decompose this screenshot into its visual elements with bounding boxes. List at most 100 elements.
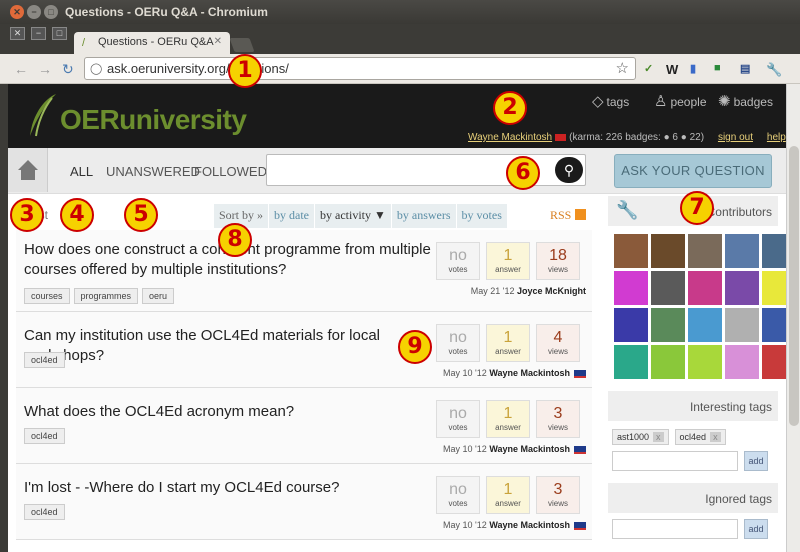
question-item: How does one construct a coherent progra… <box>16 230 592 312</box>
window-titlebar: ✕ − □ Questions - OERu Q&A - Chromium <box>0 0 800 24</box>
views-count: 18 views <box>536 242 580 280</box>
tag[interactable]: programmes <box>73 288 139 304</box>
interesting-tag[interactable]: ocl4ed x <box>674 429 726 445</box>
site-logo[interactable]: OERuniversity <box>60 104 247 136</box>
contributor-avatar[interactable] <box>651 345 685 379</box>
tag[interactable]: ocl4ed <box>24 428 65 444</box>
remove-tag-icon[interactable]: x <box>710 432 721 442</box>
question-title[interactable]: Can my institution use the OCL4Ed materi… <box>24 326 434 366</box>
answers-label: answer <box>495 265 521 274</box>
contributor-avatar[interactable] <box>725 271 759 305</box>
sign-out-link[interactable]: sign out <box>718 132 753 143</box>
nav-people[interactable]: ♙ people <box>654 92 707 110</box>
tag[interactable]: courses <box>24 288 70 304</box>
contributor-avatar[interactable] <box>688 308 722 342</box>
question-user[interactable]: Wayne Mackintosh <box>489 520 570 530</box>
contributor-avatar[interactable] <box>651 234 685 268</box>
contributor-avatar[interactable] <box>614 345 648 379</box>
tag[interactable]: ocl4ed <box>24 504 65 520</box>
home-button[interactable] <box>8 148 48 192</box>
scrollbar-thumb[interactable] <box>789 146 799 426</box>
contributor-avatar[interactable] <box>614 234 648 268</box>
views-count: 4 views <box>536 324 580 362</box>
scope-followed[interactable]: FOLLOWED <box>194 164 267 179</box>
votes-value: no <box>449 247 467 264</box>
interesting-tag[interactable]: ast1000 x <box>612 429 669 445</box>
contributor-avatar[interactable] <box>725 345 759 379</box>
country-flag-icon <box>574 445 586 454</box>
sort-by-votes[interactable]: by votes <box>457 204 508 228</box>
remove-tag-icon[interactable]: x <box>653 432 664 442</box>
inbox-icon[interactable] <box>555 133 567 141</box>
print-extension-icon[interactable]: ▤ <box>740 62 750 75</box>
minimize-window-icon[interactable]: − <box>27 5 41 19</box>
ignored-tag-input[interactable] <box>612 519 738 539</box>
contributor-avatar[interactable] <box>614 308 648 342</box>
abc-extension-icon[interactable]: ✓ <box>644 62 653 75</box>
restore-icon[interactable]: □ <box>52 27 67 40</box>
add-interesting-tag-button[interactable]: add <box>744 451 768 471</box>
close-window-icon[interactable]: ✕ <box>10 5 24 19</box>
sort-by-activity[interactable]: by activity ▼ <box>315 204 392 228</box>
answers-label: answer <box>495 347 521 356</box>
question-date: May 10 '12 <box>443 520 487 530</box>
views-label: views <box>547 423 568 432</box>
views-value: 3 <box>553 481 563 498</box>
callout-7: 7 <box>680 191 714 225</box>
close-icon[interactable]: ✕ <box>10 27 25 40</box>
question-user[interactable]: Joyce McKnight <box>517 286 586 296</box>
nav-badges[interactable]: ✺ badges <box>718 92 773 110</box>
answers-count: 1 answer <box>486 476 530 514</box>
votes-count: no votes <box>436 324 480 362</box>
question-item: What does the OCL4Ed acronym mean? ocl4e… <box>16 388 592 464</box>
question-title[interactable]: What does the OCL4Ed acronym mean? <box>24 402 434 422</box>
minimize-icon[interactable]: − <box>31 27 46 40</box>
sort-by-date[interactable]: by date <box>269 204 316 228</box>
contributor-avatar[interactable] <box>688 345 722 379</box>
scope-all[interactable]: ALL <box>70 164 93 179</box>
interesting-tag-input[interactable] <box>612 451 738 471</box>
sheet-extension-icon[interactable]: ■ <box>714 62 721 74</box>
tab-close-icon[interactable]: ✕ <box>214 36 222 47</box>
answers-value: 1 <box>503 481 513 498</box>
help-link[interactable]: help <box>767 132 786 143</box>
contributor-avatar[interactable] <box>725 234 759 268</box>
callout-9: 9 <box>398 330 432 364</box>
browser-tab[interactable]: / Questions - OERu Q&A ✕ <box>74 32 230 54</box>
tag[interactable]: ocl4ed <box>24 352 65 368</box>
forward-icon[interactable]: → <box>38 61 52 77</box>
contributor-avatar[interactable] <box>651 271 685 305</box>
page-info-icon[interactable]: ◯ <box>90 62 102 75</box>
bookmark-star-icon[interactable]: ☆ <box>616 59 629 77</box>
stats-extension-icon[interactable]: ▮ <box>690 62 696 75</box>
sort-by-answers[interactable]: by answers <box>392 204 457 228</box>
scope-unanswered[interactable]: UNANSWERED <box>106 164 200 179</box>
contributor-avatar[interactable] <box>688 271 722 305</box>
maximize-window-icon[interactable]: □ <box>44 5 58 19</box>
wikipedia-extension-icon[interactable]: W <box>666 62 678 77</box>
votes-value: no <box>449 481 467 498</box>
address-bar[interactable]: ◯ ask.oeruniversity.org/questions/ ☆ <box>84 57 636 80</box>
wrench-icon[interactable]: 🔧 <box>766 62 782 78</box>
nav-tags[interactable]: ◇ tags <box>592 92 629 110</box>
tag[interactable]: oeru <box>142 288 175 304</box>
question-user[interactable]: Wayne Mackintosh <box>489 444 570 454</box>
question-title[interactable]: I'm lost - -Where do I start my OCL4Ed c… <box>24 478 434 498</box>
question-item: I'm lost - -Where do I start my OCL4Ed c… <box>16 464 592 540</box>
contributor-avatar[interactable] <box>725 308 759 342</box>
user-info: Wayne Mackintosh (karma: 226 badges: ● 6 … <box>468 132 786 143</box>
rss-link[interactable]: RSS <box>550 208 587 223</box>
search-icon[interactable]: ⚲ <box>555 157 583 183</box>
question-user[interactable]: Wayne Mackintosh <box>489 368 570 378</box>
contributor-avatar[interactable] <box>688 234 722 268</box>
scrollbar[interactable] <box>786 84 800 552</box>
contributor-avatar[interactable] <box>614 271 648 305</box>
reload-icon[interactable]: ↻ <box>62 61 74 78</box>
new-tab-button[interactable] <box>229 38 255 52</box>
contributor-avatar[interactable] <box>651 308 685 342</box>
add-ignored-tag-button[interactable]: add <box>744 519 768 539</box>
ask-question-button[interactable]: ASK YOUR QUESTION <box>614 154 772 188</box>
user-name-link[interactable]: Wayne Mackintosh <box>468 132 552 143</box>
ignored-tag-add: add <box>612 519 778 539</box>
back-icon[interactable]: ← <box>14 61 28 77</box>
